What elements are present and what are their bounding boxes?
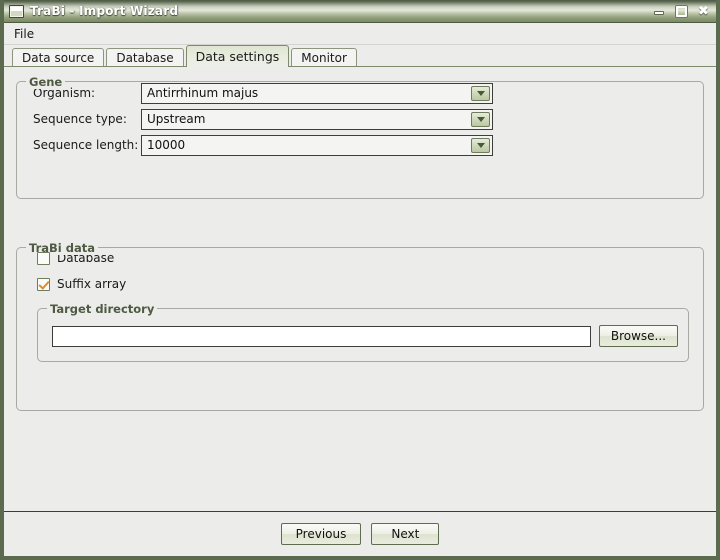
sequence-length-label: Sequence length:	[33, 138, 139, 152]
target-directory-row: Browse...	[52, 325, 678, 347]
tab-data-settings[interactable]: Data settings	[185, 45, 290, 67]
sequence-type-row: Sequence type: Upstream	[33, 108, 703, 130]
target-directory-group-title: Target directory	[47, 302, 158, 316]
tab-data-source[interactable]: Data source	[12, 48, 105, 67]
tab-panel-data-settings: Gene Organism: Antirrhinum majus Sequenc…	[4, 66, 716, 511]
gene-group-title: Gene	[26, 75, 66, 89]
target-directory-group: Target directory Browse...	[37, 302, 689, 362]
maximize-icon[interactable]	[675, 5, 688, 18]
browse-button[interactable]: Browse...	[598, 325, 678, 347]
suffix-array-checkbox[interactable]	[37, 277, 50, 291]
sequence-length-value: 10000	[147, 137, 186, 152]
window-icon	[9, 4, 24, 18]
database-checkbox[interactable]	[37, 251, 50, 265]
organism-combo[interactable]: Antirrhinum majus	[141, 82, 493, 104]
organism-row: Organism: Antirrhinum majus	[33, 82, 703, 104]
chevron-down-icon[interactable]	[471, 85, 490, 101]
menu-bar: File	[4, 23, 716, 45]
tab-database[interactable]: Database	[106, 48, 184, 67]
database-checkbox-row[interactable]: Database	[37, 248, 703, 268]
suffix-array-checkbox-label: Suffix array	[57, 277, 127, 291]
target-directory-input[interactable]	[52, 325, 591, 347]
next-button[interactable]: Next	[371, 523, 440, 545]
sequence-type-combo[interactable]: Upstream	[141, 108, 493, 130]
suffix-array-checkbox-row[interactable]: Suffix array	[37, 274, 703, 294]
minimize-icon[interactable]	[653, 5, 666, 18]
chevron-down-icon[interactable]	[471, 137, 490, 153]
sequence-length-combo[interactable]: 10000	[141, 134, 493, 156]
tab-monitor[interactable]: Monitor	[291, 48, 357, 67]
sequence-length-row: Sequence length: 10000	[33, 134, 703, 156]
chevron-down-icon[interactable]	[471, 111, 490, 127]
gene-group: Gene Organism: Antirrhinum majus Sequenc…	[16, 75, 704, 199]
window-controls: ✖	[653, 0, 710, 22]
organism-value: Antirrhinum majus	[147, 85, 259, 100]
title-bar: TraBi - Import Wizard ✖	[4, 0, 716, 23]
trabi-data-group: TraBi data Database Suffix array Target …	[16, 241, 704, 411]
tab-strip: Data source Database Data settings Monit…	[4, 45, 716, 67]
import-wizard-window: TraBi - Import Wizard ✖ File Data source…	[0, 0, 720, 560]
sequence-type-value: Upstream	[147, 111, 206, 126]
menu-item-file[interactable]: File	[7, 25, 41, 43]
sequence-type-label: Sequence type:	[33, 112, 127, 126]
wizard-footer: Previous Next	[4, 511, 716, 556]
close-icon[interactable]: ✖	[697, 5, 710, 18]
window-title: TraBi - Import Wizard	[30, 4, 179, 18]
previous-button[interactable]: Previous	[280, 523, 362, 545]
